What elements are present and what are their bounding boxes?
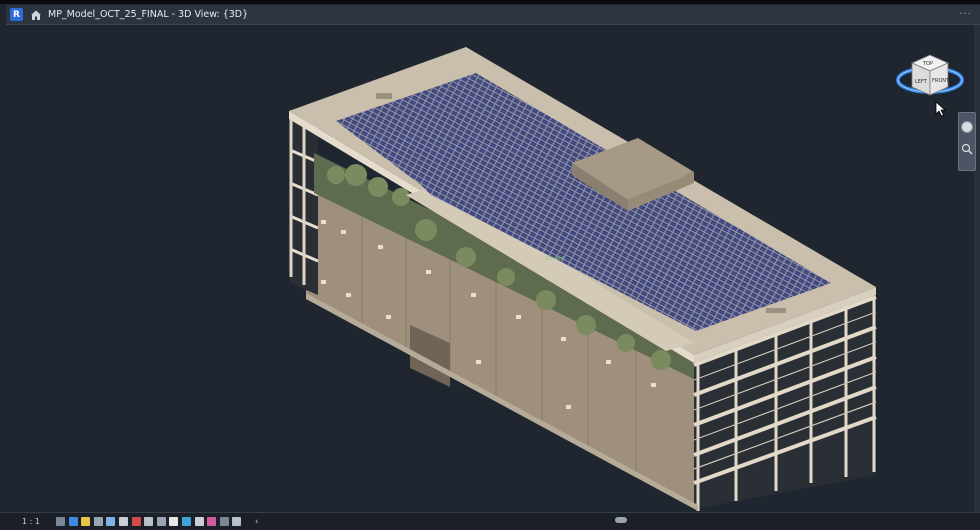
detail-level-icon[interactable]: [56, 517, 65, 526]
crop-view-icon[interactable]: [118, 517, 128, 526]
sun-path-icon[interactable]: [81, 517, 91, 526]
scroll-left-icon[interactable]: ‹: [255, 517, 259, 527]
zoom-icon[interactable]: [961, 143, 973, 157]
viewcube-icon[interactable]: TOP LEFT FRONT: [890, 25, 970, 105]
reveal-hidden-icon[interactable]: [169, 517, 179, 526]
building-3d-model[interactable]: PV roof: [6, 25, 980, 512]
3d-viewport[interactable]: PV roof: [6, 25, 980, 512]
document-title: MP_Model_OCT_25_FINAL - 3D View: {3D}: [48, 9, 249, 20]
horizontal-scroll-thumb[interactable]: [615, 517, 627, 523]
steering-wheel-icon[interactable]: [961, 121, 973, 133]
render-icon[interactable]: [106, 517, 116, 526]
revit-app-icon[interactable]: R: [10, 8, 23, 21]
vertical-scrollbar[interactable]: [974, 25, 980, 512]
temporary-hide-icon[interactable]: [156, 517, 166, 526]
navigation-bar[interactable]: [958, 112, 976, 171]
revit-window: R MP_Model_OCT_25_FINAL - 3D View: {3D} …: [0, 0, 980, 530]
view-control-bar: 1 : 1 ‹: [0, 512, 980, 530]
worksharing-icon[interactable]: [219, 517, 229, 526]
unlock-3d-icon[interactable]: [144, 517, 154, 526]
preview-visibility-icon[interactable]: [232, 517, 242, 526]
show-crop-icon[interactable]: [131, 517, 141, 526]
shadows-icon[interactable]: [93, 517, 103, 526]
roof-vent: [376, 93, 392, 99]
mouse-cursor-icon: [935, 101, 947, 117]
view-title-bar[interactable]: R MP_Model_OCT_25_FINAL - 3D View: {3D} …: [6, 5, 980, 25]
viewcube-top-label: TOP: [922, 61, 933, 67]
highlight-displacement-icon[interactable]: [194, 517, 204, 526]
roof-hatch: [766, 308, 786, 313]
viewcube-front-label: FRONT: [932, 78, 950, 84]
view-menu-icon[interactable]: ···: [959, 9, 972, 20]
view-scale[interactable]: 1 : 1: [22, 517, 50, 526]
visual-style-icon[interactable]: [68, 517, 78, 526]
view-control-buttons: [56, 517, 245, 526]
reveal-constraints-icon[interactable]: [207, 517, 217, 526]
screen-top-strip: [0, 0, 980, 4]
home-icon[interactable]: [29, 8, 43, 22]
model-tag-label: PV roof: [546, 256, 564, 262]
viewcube-left-label: LEFT: [915, 79, 928, 85]
analysis-icon[interactable]: [181, 517, 191, 526]
